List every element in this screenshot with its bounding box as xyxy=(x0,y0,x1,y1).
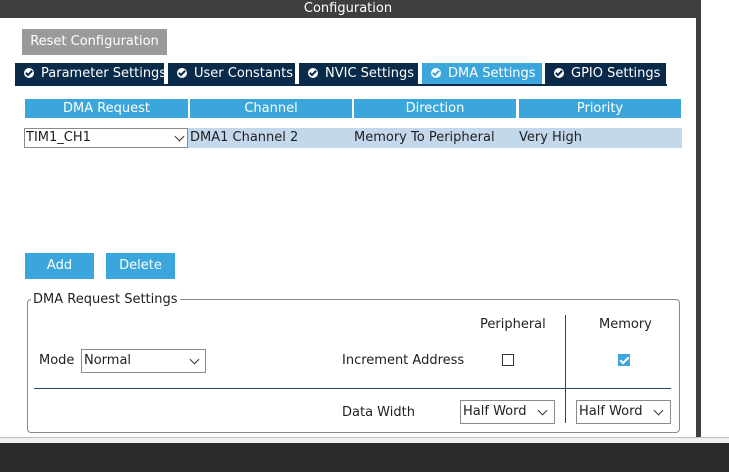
column-header-priority[interactable]: Priority xyxy=(519,99,681,118)
tab-label: Parameter Settings xyxy=(41,66,167,81)
peripheral-increment-checkbox[interactable] xyxy=(502,354,514,366)
chevron-down-icon xyxy=(174,131,185,142)
column-header-direction[interactable]: Direction xyxy=(354,99,516,118)
chevron-down-icon xyxy=(537,405,548,416)
tab-label: User Constants xyxy=(194,66,293,81)
mode-select[interactable]: Normal xyxy=(81,349,206,373)
column-header-channel[interactable]: Channel xyxy=(190,99,352,118)
channel-cell: DMA1 Channel 2 xyxy=(190,130,299,145)
tab-strip-underline xyxy=(15,84,667,86)
peripheral-header: Peripheral xyxy=(480,317,546,332)
tab-label: NVIC Settings xyxy=(325,66,414,81)
side-margin xyxy=(701,0,729,438)
tab-parameter-settings[interactable]: Parameter Settings xyxy=(15,63,167,84)
check-circle-icon xyxy=(24,68,34,78)
check-circle-icon xyxy=(177,68,187,78)
bottom-panel xyxy=(0,443,729,472)
column-divider xyxy=(565,315,566,423)
tab-nvic-settings[interactable]: NVIC Settings xyxy=(299,63,418,84)
increment-address-label: Increment Address xyxy=(342,353,465,368)
check-circle-icon xyxy=(308,68,318,78)
priority-cell: Very High xyxy=(519,130,582,145)
tab-label: DMA Settings xyxy=(448,66,536,81)
row-divider xyxy=(34,388,671,389)
add-button[interactable]: Add xyxy=(25,253,94,279)
peripheral-data-width-value: Half Word xyxy=(463,404,527,419)
mode-label: Mode xyxy=(39,353,75,368)
direction-cell: Memory To Peripheral xyxy=(354,130,495,145)
memory-increment-checkbox[interactable] xyxy=(618,354,630,366)
peripheral-data-width-select[interactable]: Half Word xyxy=(460,400,555,424)
chevron-down-icon xyxy=(653,405,664,416)
reset-configuration-button[interactable]: Reset Configuration xyxy=(22,29,167,55)
check-circle-icon xyxy=(554,68,564,78)
memory-data-width-select[interactable]: Half Word xyxy=(576,400,671,424)
group-title: DMA Request Settings xyxy=(31,292,180,307)
mode-value: Normal xyxy=(84,353,132,368)
window-title: Configuration xyxy=(0,0,696,18)
tab-gpio-settings[interactable]: GPIO Settings xyxy=(545,63,666,84)
data-width-label: Data Width xyxy=(342,405,415,420)
dma-request-select[interactable]: TIM1_CH1 xyxy=(24,128,188,148)
tab-user-constants[interactable]: User Constants xyxy=(168,63,295,84)
memory-data-width-value: Half Word xyxy=(579,404,643,419)
dma-request-value: TIM1_CH1 xyxy=(26,130,91,145)
tab-dma-settings[interactable]: DMA Settings xyxy=(422,63,542,84)
delete-button[interactable]: Delete xyxy=(106,253,175,279)
chevron-down-icon xyxy=(189,354,200,365)
column-header-dma-request[interactable]: DMA Request xyxy=(25,99,188,118)
check-circle-icon xyxy=(431,68,441,78)
tab-label: GPIO Settings xyxy=(571,66,661,81)
memory-header: Memory xyxy=(599,317,652,332)
